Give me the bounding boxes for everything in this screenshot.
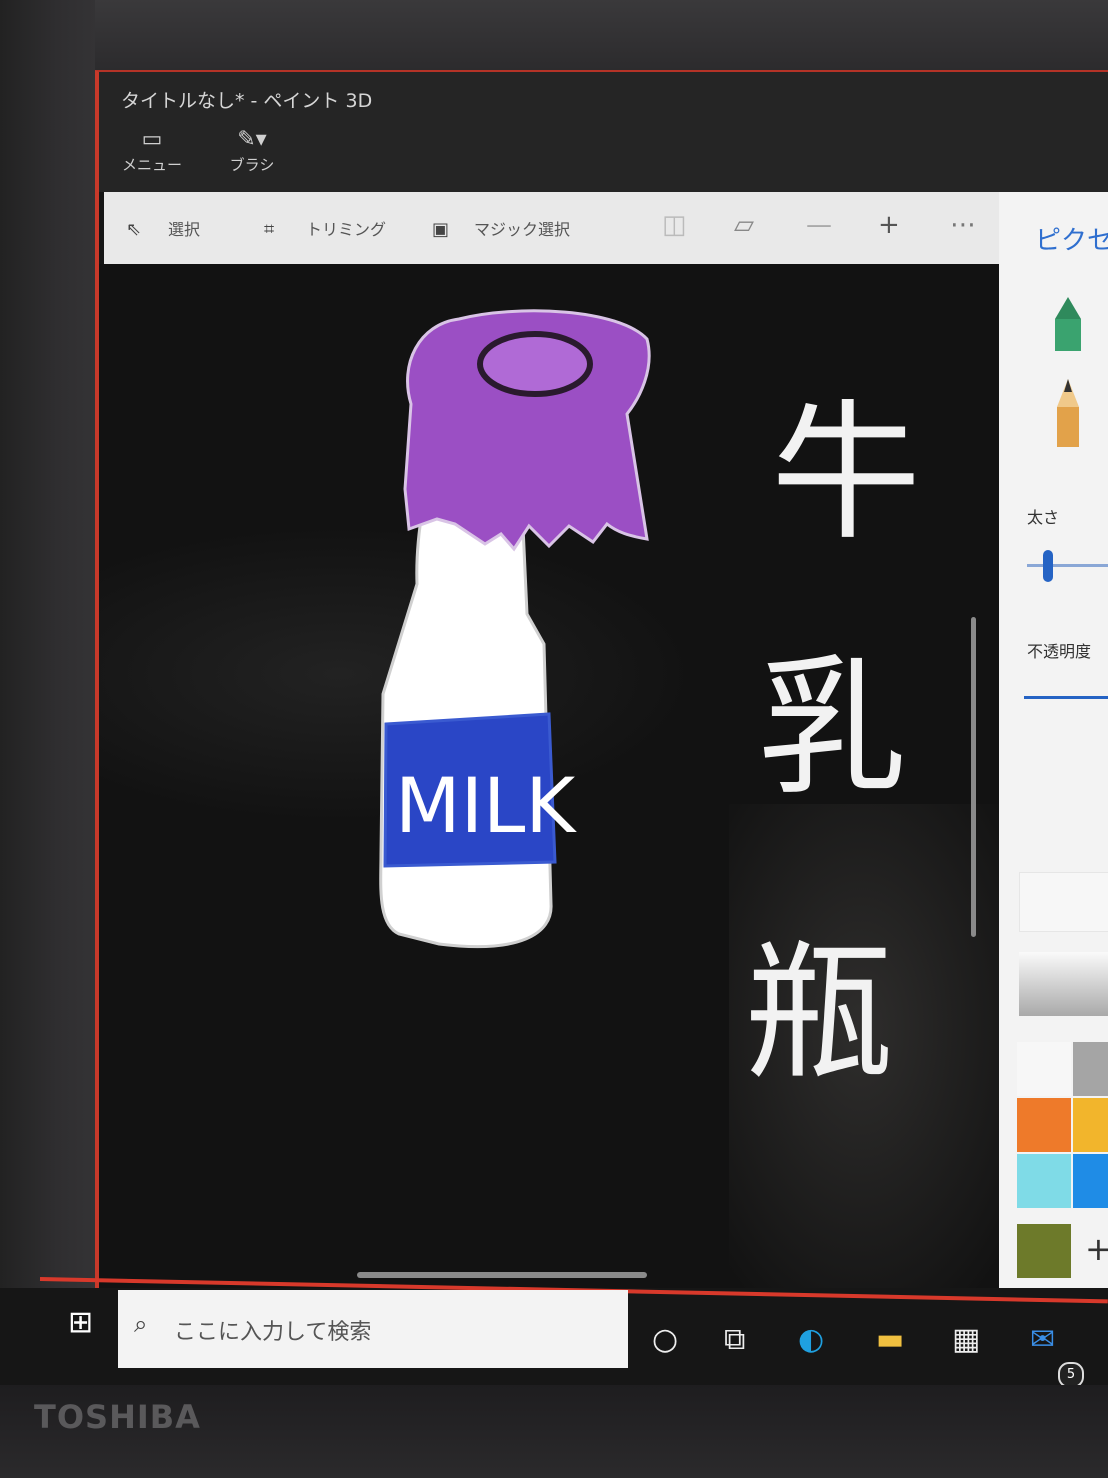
color-swatch-orange[interactable] [1017,1098,1071,1152]
app-title: タイトルなし* - ペイント 3D [121,90,373,112]
kanji-bin: 瓶 [744,927,895,1101]
color-swatch-light-blue[interactable] [1017,1154,1071,1208]
menu-button[interactable]: ▭ メニュー [117,126,187,175]
color-swatch-olive[interactable] [1017,1224,1071,1278]
select-tool[interactable]: ⇖ 選択 [126,216,200,240]
search-icon: ⌕ [134,1310,148,1338]
toolbar: ⇖ 選択 ⌗ トリミング ▣ マジック選択 ◫ ▱ — + ⋯ [104,192,999,264]
folder-icon: ▭ [141,127,163,152]
task-view-icon[interactable]: ⧉ [724,1322,745,1357]
mail-icon[interactable]: ✉ [1030,1322,1055,1357]
thickness-label: 太さ [1027,508,1060,527]
vertical-scrollbar[interactable] [971,617,976,937]
panel-title: ピクセル [1035,226,1108,256]
magic-select-tool[interactable]: ▣ マジック選択 [432,216,570,240]
color-swatch-white[interactable] [1017,1042,1071,1096]
kanji-gyu: 牛 [771,387,922,561]
brush-button[interactable]: ✎▾ ブラシ [217,126,287,175]
flag-icon[interactable]: ▱ [734,210,754,240]
screen: タイトルなし* - ペイント 3D ▭ メニュー ✎▾ ブラシ ⇖ 選択 ⌗ トリミ… [95,70,1108,1312]
crop-icon: ⌗ [264,219,275,240]
pointer-icon: ⇖ [126,219,142,240]
bottle-milk-text: MILK [395,761,577,850]
menu-button-label: メニュー [121,156,182,174]
crop-tool-label: トリミング [306,220,387,239]
edge-browser-icon[interactable]: ◐ [798,1322,824,1357]
thickness-slider[interactable] [1027,564,1108,567]
kanji-nyu: 乳 [757,642,908,816]
brush-icon: ✎▾ [237,127,267,152]
title-bar: タイトルなし* - ペイント 3D ▭ メニュー ✎▾ ブラシ [99,72,1108,192]
color-swatch-blue[interactable] [1073,1154,1108,1208]
drawing-canvas[interactable]: MILK 牛 乳 瓶 [99,264,999,1312]
zoom-out-icon[interactable]: — [806,210,832,240]
color-swatch-yellow[interactable] [1073,1098,1108,1152]
brush-panel: ピクセル 太さ 不透明度 + [999,192,1108,1312]
marker-icon[interactable] [1055,297,1081,351]
cap-ring [477,331,593,397]
brand-logo: TOSHIBA [34,1398,201,1436]
current-color-swatch[interactable] [1019,872,1108,932]
magic-select-tool-label: マジック選択 [474,220,571,239]
brush-tools [1055,297,1081,447]
opacity-label: 不透明度 [1027,642,1092,661]
windows-start-icon[interactable]: ⊞ [68,1305,93,1340]
brush-button-label: ブラシ [229,156,275,174]
magic-select-icon: ▣ [432,219,450,240]
pencil-icon[interactable] [1057,379,1079,447]
taskbar-search-box[interactable]: ⌕ ここに入力して検索 [118,1290,628,1368]
color-gradient-swatch[interactable] [1019,952,1108,1016]
monitor-bezel-top [0,0,1108,70]
horizontal-scrollbar[interactable] [357,1272,647,1278]
file-explorer-icon[interactable]: ▬ [876,1322,904,1357]
sticker-icon[interactable]: ◫ [662,210,687,240]
opacity-slider[interactable] [1024,696,1108,699]
store-icon[interactable]: ▦ [952,1322,980,1357]
monitor-bezel-left [0,0,95,1478]
crop-tool[interactable]: ⌗ トリミング [264,216,386,240]
thickness-slider-thumb[interactable] [1043,550,1053,582]
add-color-icon[interactable]: + [1085,1230,1108,1268]
search-placeholder: ここに入力して検索 [174,1320,372,1345]
zoom-in-icon[interactable]: + [878,210,900,240]
cortana-icon[interactable]: ○ [652,1322,678,1357]
select-tool-label: 選択 [168,220,201,239]
more-options-icon[interactable]: ⋯ [950,210,976,240]
color-swatch-gray[interactable] [1073,1042,1108,1096]
